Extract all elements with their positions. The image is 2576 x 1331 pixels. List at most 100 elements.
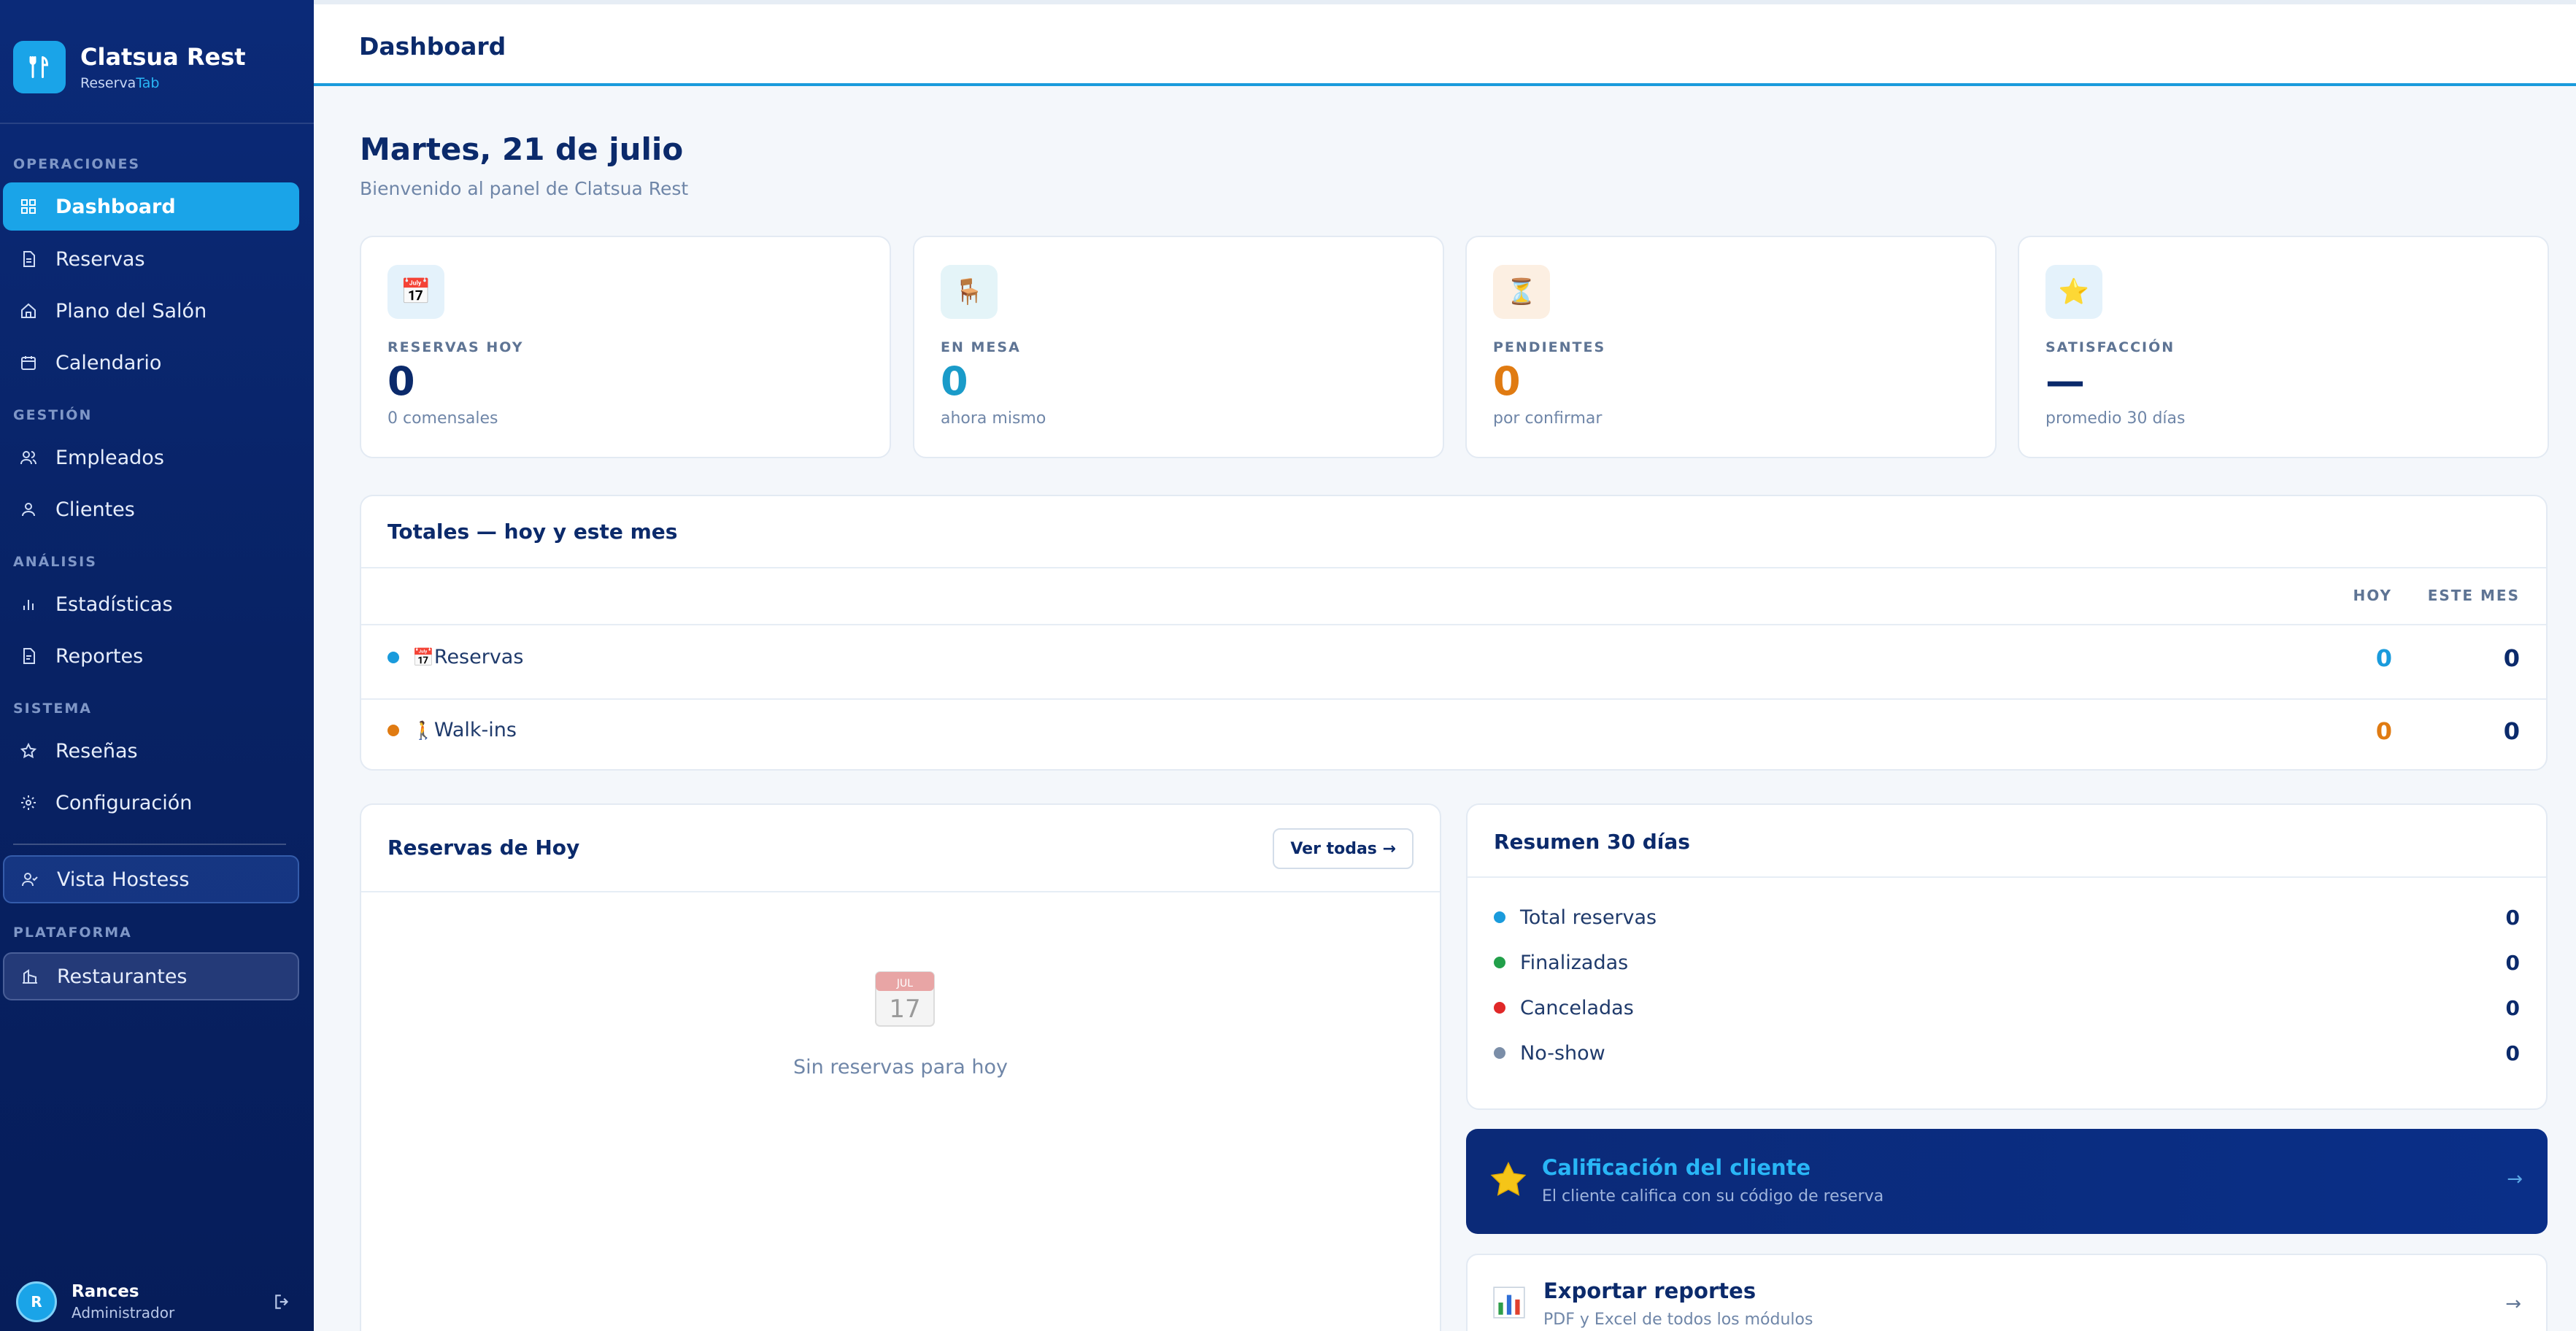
- sidebar-item-reservas[interactable]: Reservas: [3, 235, 299, 283]
- row-label: Walk-ins: [433, 719, 517, 741]
- sidebar-item-label: Vista Hostess: [57, 868, 190, 891]
- sidebar-item-vista-hostess[interactable]: Vista Hostess: [3, 855, 299, 903]
- sidebar-item-restaurantes[interactable]: Restaurantes: [3, 952, 299, 1000]
- brand[interactable]: Clatsua Rest ReservaTab: [13, 41, 246, 93]
- empty-calendar-day: 17: [889, 995, 920, 1024]
- user-check-icon: [20, 870, 39, 889]
- row-label: No-show: [1520, 1041, 1605, 1065]
- sidebar-item-reportes[interactable]: Reportes: [3, 632, 299, 680]
- totals-title: Totales — hoy y este mes: [387, 520, 678, 544]
- walking-icon: 🚶: [412, 719, 434, 741]
- col-header-hoy: HOY: [2353, 587, 2392, 604]
- row-value: 0: [2505, 995, 2520, 1020]
- sidebar-item-calendario[interactable]: Calendario: [3, 339, 299, 387]
- divider: [361, 891, 1440, 892]
- summary-title: Resumen 30 días: [1494, 830, 1690, 854]
- stat-card-reservas-hoy[interactable]: 📅 RESERVAS HOY 0 0 comensales: [360, 236, 891, 458]
- document-icon: [19, 250, 38, 269]
- col-header-mes: ESTE MES: [2427, 587, 2520, 604]
- calendar-icon: 📅: [412, 647, 434, 668]
- divider: [361, 624, 2546, 625]
- summary-row-finalizadas: Finalizadas 0: [1494, 948, 2520, 977]
- stat-label: RESERVAS HOY: [387, 339, 524, 355]
- section-gestion: GESTIÓN: [13, 407, 93, 423]
- sidebar-item-resenas[interactable]: Reseñas: [3, 727, 299, 775]
- stat-value: 0: [1493, 358, 1521, 404]
- status-dot: [1494, 911, 1505, 923]
- divider: [361, 567, 2546, 568]
- row-label: Reservas: [433, 646, 524, 668]
- status-dot: [387, 651, 399, 663]
- brand-name: Clatsua Rest: [80, 42, 246, 71]
- stat-card-pendientes[interactable]: ⏳ PENDIENTES 0 por confirmar: [1465, 236, 1997, 458]
- section-plataforma: PLATAFORMA: [13, 925, 132, 941]
- stat-label: SATISFACCIÓN: [2045, 339, 2175, 355]
- topbar: Dashboard: [314, 0, 2576, 86]
- row-label: Total reservas: [1520, 906, 1657, 929]
- today-title: Reservas de Hoy: [387, 836, 580, 860]
- bar-chart-icon: [19, 595, 38, 614]
- summary-row-total: Total reservas 0: [1494, 903, 2520, 932]
- stat-card-satisfaccion[interactable]: ⭐ SATISFACCIÓN — promedio 30 días: [2018, 236, 2549, 458]
- totals-row-reservas[interactable]: 📅 Reservas: [387, 646, 523, 668]
- brand-sub-prefix: Reserva: [80, 75, 136, 92]
- sidebar-item-clientes[interactable]: Clientes: [3, 485, 299, 533]
- cta-subtitle: El cliente califica con su código de res…: [1542, 1187, 1884, 1205]
- sidebar-item-label: Dashboard: [55, 195, 176, 218]
- value-hoy: 0: [2375, 717, 2392, 745]
- stat-value: 0: [941, 358, 968, 404]
- totals-panel: Totales — hoy y este mes HOY ESTE MES 📅 …: [360, 495, 2548, 771]
- totals-row-walkins[interactable]: 🚶 Walk-ins: [387, 719, 517, 741]
- divider: [1468, 876, 2546, 878]
- value-mes: 0: [2503, 717, 2520, 745]
- user-role: Administrador: [72, 1304, 175, 1322]
- calendar-icon: 📅: [387, 265, 444, 319]
- stat-note: por confirmar: [1493, 409, 1603, 428]
- sidebar-item-plano[interactable]: Plano del Salón: [3, 287, 299, 335]
- sidebar-item-label: Empleados: [55, 446, 164, 469]
- status-dot: [1494, 1047, 1505, 1059]
- export-reports-card[interactable]: Exportar reportes PDF y Excel de todos l…: [1466, 1254, 2548, 1331]
- calendar-icon: [19, 353, 38, 372]
- stat-card-en-mesa[interactable]: 🪑 EN MESA 0 ahora mismo: [913, 236, 1444, 458]
- user-icon: [19, 500, 38, 519]
- sidebar-divider: [0, 123, 314, 124]
- summary-row-canceladas: Canceladas 0: [1494, 993, 2520, 1022]
- sidebar-separator: [13, 844, 286, 845]
- export-subtitle: PDF y Excel de todos los módulos: [1543, 1311, 1813, 1329]
- stat-value: —: [2045, 358, 2085, 404]
- brand-subtitle: ReservaTab: [80, 75, 246, 91]
- logout-icon[interactable]: [271, 1291, 293, 1313]
- bar-chart-icon: [1493, 1286, 1525, 1319]
- value-mes: 0: [2503, 644, 2520, 672]
- export-title: Exportar reportes: [1543, 1278, 1756, 1303]
- sidebar-item-label: Plano del Salón: [55, 299, 207, 323]
- summary-panel: Resumen 30 días Total reservas 0 Finaliz…: [1466, 803, 2548, 1110]
- section-operaciones: OPERACIONES: [13, 156, 141, 172]
- row-value: 0: [2505, 950, 2520, 975]
- rating-cta-card[interactable]: Calificación del cliente El cliente cali…: [1466, 1129, 2548, 1234]
- sidebar-item-label: Configuración: [55, 791, 193, 814]
- gear-icon: [19, 793, 38, 812]
- sidebar-item-empleados[interactable]: Empleados: [3, 433, 299, 482]
- utensils-logo-icon: [13, 41, 66, 93]
- page-subtitle: Bienvenido al panel de Clatsua Rest: [360, 178, 689, 199]
- sidebar-item-label: Estadísticas: [55, 593, 173, 616]
- status-dot: [1494, 1002, 1505, 1014]
- page-title: Martes, 21 de julio: [360, 131, 684, 167]
- empty-calendar-icon: JUL 17: [875, 971, 935, 1027]
- stat-note: 0 comensales: [387, 409, 498, 428]
- row-value: 0: [2505, 905, 2520, 930]
- cta-title: Calificación del cliente: [1542, 1155, 1811, 1180]
- ver-todas-button[interactable]: Ver todas →: [1273, 828, 1414, 869]
- sidebar-item-dashboard[interactable]: Dashboard: [3, 182, 299, 231]
- user-profile[interactable]: R Rances Administrador: [16, 1281, 293, 1322]
- row-label: Finalizadas: [1520, 951, 1629, 974]
- divider: [361, 698, 2546, 700]
- arrow-right-icon: →: [2505, 1293, 2521, 1315]
- sidebar-item-configuracion[interactable]: Configuración: [3, 779, 299, 827]
- sidebar-item-estadisticas[interactable]: Estadísticas: [3, 580, 299, 628]
- today-reservations-panel: Reservas de Hoy Ver todas → JUL 17 Sin r…: [360, 803, 1441, 1331]
- arrow-right-icon: →: [2507, 1168, 2523, 1190]
- section-sistema: SISTEMA: [13, 701, 92, 717]
